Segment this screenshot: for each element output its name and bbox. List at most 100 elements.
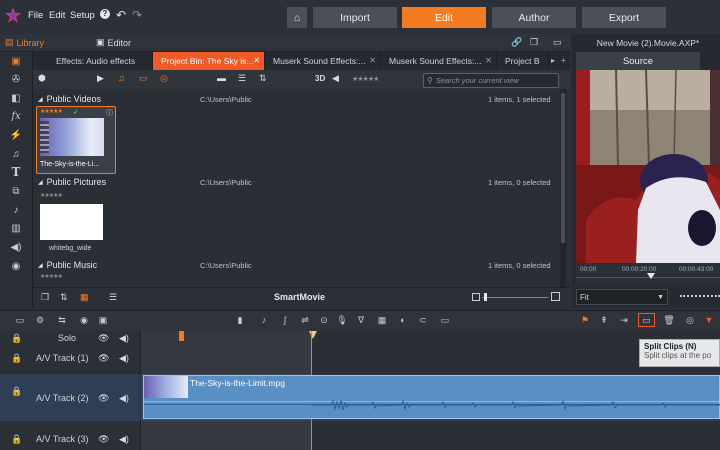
scorefitter-icon[interactable]: ♪ [258, 314, 270, 326]
rating-filter[interactable]: ★★★★★ [352, 75, 379, 83]
title-editor-icon[interactable]: ʃ [279, 314, 291, 326]
track-options-icon[interactable]: ⇆ [56, 314, 68, 326]
eye-icon[interactable]: 👁 [98, 333, 109, 344]
project-filter-icon[interactable]: ◎ [160, 73, 168, 84]
view-icon[interactable]: ☰ [238, 73, 246, 84]
help-icon[interactable]: ? [100, 9, 110, 19]
video-filter-icon[interactable]: ▶ [97, 73, 104, 84]
sync-icon[interactable]: ⇅ [60, 292, 68, 303]
link-clip-icon[interactable]: ⊂ [417, 314, 429, 326]
zoom-slider[interactable] [482, 297, 548, 298]
photo-filter-icon[interactable]: ▭ [139, 73, 148, 84]
library-tab[interactable]: ▤ Library [5, 34, 44, 51]
speaker-icon[interactable]: ◀) [119, 333, 129, 344]
sound-effect-icon[interactable]: ♪ [10, 204, 22, 216]
menu-file[interactable]: File [28, 10, 43, 21]
eye-icon[interactable]: 👁 [98, 393, 109, 404]
speaker-icon[interactable]: ◀) [119, 434, 129, 445]
microphone-icon[interactable]: 🎙 [336, 314, 348, 326]
info-icon[interactable]: ⓘ [106, 108, 113, 118]
settings-icon[interactable]: ⚙ [34, 314, 46, 326]
collections-icon[interactable]: ◧ [10, 92, 22, 104]
search-input[interactable]: ⚲ Search your current view [423, 73, 559, 88]
lock-icon[interactable]: 🔒 [11, 386, 22, 397]
montage-icon[interactable]: ⧉ [10, 185, 22, 197]
scrollbar-thumb[interactable] [561, 93, 565, 243]
section-public-music[interactable]: ◢ Public Music [38, 259, 97, 271]
tab-project-b[interactable]: Project B [497, 52, 549, 70]
menu-template-icon[interactable]: ▥ [10, 222, 22, 234]
title-icon[interactable]: T [10, 165, 22, 179]
project-bin-icon[interactable]: ▣ [10, 55, 22, 67]
clip-display-icon[interactable]: ▭ [439, 314, 451, 326]
source-tab[interactable]: Source [576, 52, 700, 70]
zoom-slider-thumb[interactable] [484, 293, 487, 301]
trash-icon[interactable]: 🗑 [663, 314, 675, 326]
audio-mixer-icon[interactable]: ▮ [234, 314, 246, 326]
eye-icon[interactable]: 👁 [98, 353, 109, 364]
more-tabs-icon[interactable]: ▸ [551, 56, 555, 65]
menu-setup[interactable]: Setup [70, 10, 95, 21]
zoom-large-icon[interactable] [551, 292, 560, 301]
folder-icon[interactable]: ▬ [217, 73, 226, 83]
speaker-icon[interactable]: ◀) [119, 353, 129, 364]
home-button[interactable]: ⌂ [287, 7, 307, 28]
tab-muserk-2[interactable]: Muserk Sound Effects:... ✕ [381, 52, 497, 70]
menu-edit[interactable]: Edit [49, 10, 65, 21]
restore-icon[interactable]: ❐ [530, 37, 538, 48]
track-name[interactable]: A/V Track (3) [36, 434, 89, 444]
author-tab[interactable]: Author [492, 7, 576, 28]
record-icon[interactable]: ◉ [78, 314, 90, 326]
section-public-videos[interactable]: ◢ Public Videos [38, 93, 101, 105]
item-rating[interactable]: ★★★★★ [40, 273, 63, 280]
grid-view-icon[interactable]: ▦ [80, 292, 89, 303]
import-tab[interactable]: Import [313, 7, 397, 28]
tab-effects-audio[interactable]: Effects: Audio effects [48, 52, 153, 70]
music-icon[interactable]: ♫ [10, 148, 22, 160]
edit-tab[interactable]: Edit [402, 7, 486, 28]
close-icon[interactable]: ✕ [369, 56, 376, 65]
audio-filter-icon[interactable]: ♫ [118, 73, 125, 83]
picture-thumbnail[interactable] [40, 204, 103, 240]
color-icon[interactable]: ◐ [397, 314, 409, 326]
undo-icon[interactable]: ↶ [116, 8, 126, 22]
list-view-icon[interactable]: ☰ [109, 292, 117, 303]
lock-icon[interactable]: 🔒 [11, 353, 22, 364]
link-icon[interactable]: 🔗 [511, 37, 522, 48]
zoom-select[interactable]: Fit ▼ [576, 289, 668, 305]
tab-muserk-1[interactable]: Muserk Sound Effects:... ✕ [265, 52, 381, 70]
sort-icon[interactable]: ⇅ [259, 73, 267, 84]
export-tab[interactable]: Export [582, 7, 666, 28]
voice-over-icon[interactable]: ⊙ [318, 314, 330, 326]
fx-icon[interactable]: fx [10, 110, 22, 122]
editor-tab[interactable]: ▣ Editor [96, 34, 131, 51]
item-rating[interactable]: ★★★★★ [40, 108, 63, 115]
magnetic-snap-icon[interactable]: ⇞ [598, 314, 610, 326]
marker-flag-icon[interactable]: ⚑ [579, 314, 591, 326]
lock-icon[interactable]: 🔒 [11, 434, 22, 445]
timeline-menu-icon[interactable]: ▭ [14, 314, 26, 326]
sound-effects-icon[interactable]: ⇌ [299, 314, 311, 326]
eye-icon[interactable]: 👁 [98, 434, 109, 445]
tab-project-bin[interactable]: Project Bin: The Sky is... ✕ [153, 52, 265, 70]
in-marker[interactable] [179, 331, 184, 341]
track-name[interactable]: A/V Track (2) [36, 393, 89, 403]
copy-icon[interactable]: ❐ [41, 292, 49, 303]
redo-icon[interactable]: ↷ [132, 8, 142, 22]
smartmovie-button[interactable]: SmartMovie [274, 292, 325, 302]
close-icon[interactable]: ✕ [485, 56, 492, 65]
transition-icon[interactable]: ⚡ [10, 129, 22, 141]
tag-icon[interactable]: ⬢ [38, 73, 46, 84]
preview-ruler[interactable]: 00:00 00:00:20:00 00:00:43:00 [576, 263, 720, 285]
section-public-pictures[interactable]: ◢ Public Pictures [38, 176, 106, 188]
tag-filter-icon[interactable]: ◀ [332, 73, 339, 84]
stop-motion-icon[interactable]: ▦ [376, 314, 388, 326]
zoom-small-icon[interactable] [472, 293, 480, 301]
3d-filter[interactable]: 3D [315, 74, 325, 83]
disc-icon[interactable]: ◉ [10, 260, 22, 272]
preview-playhead[interactable] [647, 273, 655, 279]
close-icon[interactable]: ✕ [253, 56, 260, 65]
track-name[interactable]: A/V Track (1) [36, 353, 89, 363]
split-clips-button[interactable]: ▭ [638, 313, 655, 327]
dynamic-length-icon[interactable]: ⇥ [618, 314, 630, 326]
